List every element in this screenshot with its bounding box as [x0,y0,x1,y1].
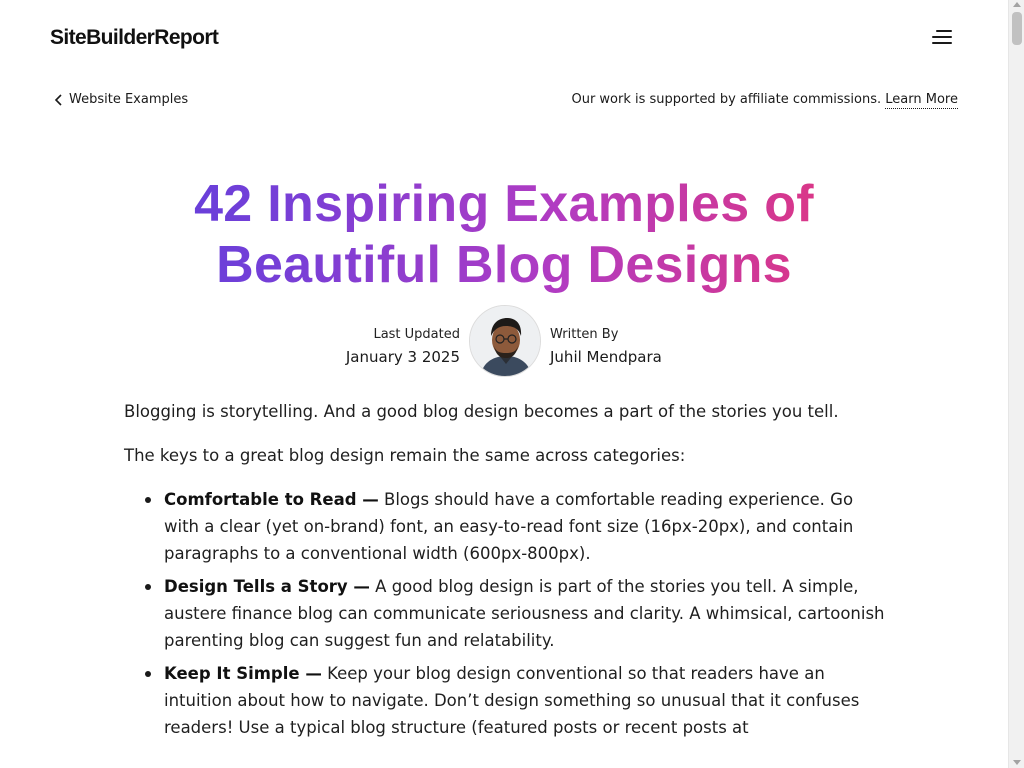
hamburger-icon[interactable] [928,28,956,48]
scrollbar-thumb[interactable] [1012,12,1022,45]
intro-paragraph: Blogging is storytelling. And a good blo… [124,402,839,421]
list-item: Comfortable to Read — Blogs should have … [145,486,888,567]
learn-more-link[interactable]: Learn More [885,92,958,109]
last-updated-date: January 3 2025 [345,348,460,366]
title-line-2: Beautiful Blog Designs [216,236,792,294]
scroll-up-icon[interactable] [1013,2,1021,7]
back-link-label: Website Examples [69,92,189,107]
list-item: Design Tells a Story — A good blog desig… [145,573,888,654]
list-item: Keep It Simple — Keep your blog design c… [145,660,888,741]
affiliate-disclosure: Our work is supported by affiliate commi… [571,92,958,109]
title-line-1: 42 Inspiring Examples of [194,175,814,233]
list-item-heading: Comfortable to Read — [164,490,379,509]
last-updated: Last Updated January 3 2025 [346,327,460,369]
article-byline: Last Updated January 3 2025 Written By J… [0,305,1008,377]
page-title: 42 Inspiring Examples of Beautiful Blog … [0,174,1008,296]
keys-paragraph: The keys to a great blog design remain t… [124,446,686,465]
keys-list: Comfortable to Read — Blogs should have … [145,486,888,741]
chevron-left-icon [54,93,62,106]
list-item-heading: Keep It Simple — [164,664,322,683]
article-body: Blogging is storytelling. And a good blo… [124,398,888,747]
vertical-scrollbar[interactable] [1008,0,1024,768]
affiliate-text: Our work is supported by affiliate commi… [571,92,882,107]
back-to-website-examples-link[interactable]: Website Examples [54,92,188,107]
list-item-heading: Design Tells a Story — [164,577,370,596]
site-header: SiteBuilderReport [0,0,1008,76]
written-by-label: Written By [550,327,619,342]
author-name[interactable]: Juhil Mendpara [550,345,662,369]
scroll-down-icon[interactable] [1013,760,1021,765]
last-updated-label: Last Updated [373,327,460,342]
author-avatar [469,305,541,377]
site-logo[interactable]: SiteBuilderReport [50,26,219,50]
written-by: Written By Juhil Mendpara [550,327,662,369]
